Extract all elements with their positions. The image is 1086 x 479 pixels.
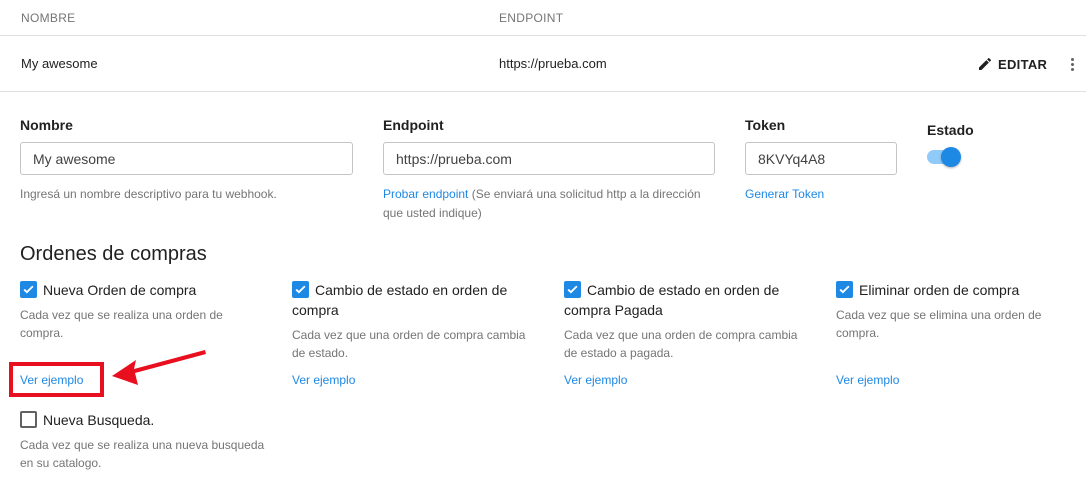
probar-endpoint-link[interactable]: Probar endpoint xyxy=(383,187,468,201)
table-header: NOMBRE ENDPOINT xyxy=(0,0,1086,36)
nombre-helper: Ingresá un nombre descriptivo para tu we… xyxy=(20,187,277,201)
event-cambio-estado-pagada: Cambio de estado en orden de compra Paga… xyxy=(564,280,814,362)
ver-ejemplo-link-2[interactable]: Ver ejemplo xyxy=(292,373,355,387)
check-icon xyxy=(295,285,306,294)
checkbox-nueva-busqueda[interactable] xyxy=(20,411,37,428)
event-description: Cada vez que se realiza una nueva busque… xyxy=(20,438,265,470)
more-options-icon[interactable] xyxy=(1066,54,1078,74)
event-label-cont: compra xyxy=(292,302,339,318)
endpoint-label: Endpoint xyxy=(383,117,444,133)
event-label: Nueva Orden de compra xyxy=(43,282,197,298)
checkbox-cambio-estado[interactable] xyxy=(292,281,309,298)
estado-toggle[interactable] xyxy=(927,147,961,167)
column-header-endpoint: ENDPOINT xyxy=(499,11,564,25)
event-label: Cambio de estado en orden de xyxy=(315,282,508,298)
check-icon xyxy=(567,285,578,294)
column-header-nombre: NOMBRE xyxy=(21,11,76,25)
checkbox-eliminar-orden[interactable] xyxy=(836,281,853,298)
toggle-thumb xyxy=(941,147,961,167)
edit-button[interactable]: EDITAR xyxy=(977,54,1047,74)
ver-ejemplo-link-4[interactable]: Ver ejemplo xyxy=(836,373,899,387)
event-nueva-busqueda: Nueva Busqueda. Cada vez que se realiza … xyxy=(20,410,270,472)
estado-label: Estado xyxy=(927,122,974,138)
event-nueva-orden: Nueva Orden de compra Cada vez que se re… xyxy=(20,280,270,342)
event-cambio-estado: Cambio de estado en orden de compra Cada… xyxy=(292,280,542,362)
row-name: My awesome xyxy=(21,56,98,71)
checkbox-cambio-estado-pagada[interactable] xyxy=(564,281,581,298)
section-title: Ordenes de compras xyxy=(20,243,207,265)
edit-button-label: EDITAR xyxy=(998,56,1048,72)
event-description: Cada vez que se realiza una orden de comp… xyxy=(20,308,223,340)
check-icon xyxy=(839,285,850,294)
endpoint-helper: Probar endpoint (Se enviará una solicitu… xyxy=(383,185,723,223)
endpoint-helper-text-1: (Se enviará una solicitud http a la dire… xyxy=(468,187,701,201)
generar-token-link[interactable]: Generar Token xyxy=(745,185,824,204)
event-description: Cada vez que una orden de compra cambia d… xyxy=(564,328,798,360)
nombre-label: Nombre xyxy=(20,117,73,133)
endpoint-input[interactable] xyxy=(383,142,715,175)
token-input[interactable] xyxy=(745,142,897,175)
event-label: Nueva Busqueda. xyxy=(43,412,155,428)
row-endpoint: https://prueba.com xyxy=(499,56,607,71)
checkbox-nueva-orden[interactable] xyxy=(20,281,37,298)
event-description: Cada vez que se elimina una orden de comp… xyxy=(836,308,1042,340)
endpoint-helper-text-2: que usted indique) xyxy=(383,206,482,220)
annotation-arrow-icon xyxy=(112,350,206,385)
event-eliminar-orden: Eliminar orden de compra Cada vez que se… xyxy=(836,280,1086,342)
ver-ejemplo-link-3[interactable]: Ver ejemplo xyxy=(564,373,627,387)
nombre-input[interactable] xyxy=(20,142,353,175)
event-description: Cada vez que una orden de compra cambia d… xyxy=(292,328,526,360)
table-row: My awesome https://prueba.com EDITAR xyxy=(0,36,1086,92)
event-label: Eliminar orden de compra xyxy=(859,282,1020,298)
pencil-icon xyxy=(979,57,992,70)
check-icon xyxy=(23,285,34,294)
token-label: Token xyxy=(745,117,786,133)
event-label-cont: compra Pagada xyxy=(564,302,663,318)
event-label: Cambio de estado en orden de xyxy=(587,282,780,298)
annotation-highlight-box xyxy=(9,362,104,397)
